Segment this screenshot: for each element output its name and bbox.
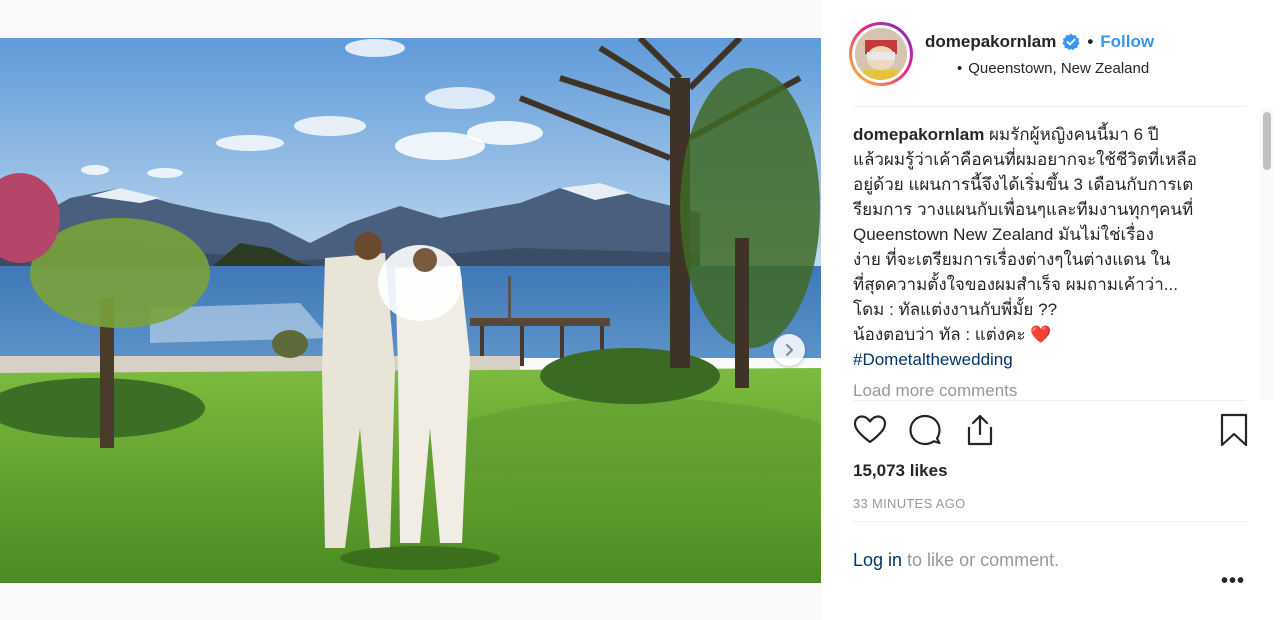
load-more-comments-button[interactable]: Load more comments	[853, 378, 1228, 400]
divider	[853, 106, 1246, 107]
caption: domepakornlam ผมรักผู้หญิงคนนี้มา 6 ปี แ…	[853, 122, 1228, 372]
caption-username[interactable]: domepakornlam	[853, 125, 984, 144]
divider	[853, 521, 1246, 522]
comments-scrollbar[interactable]	[1260, 108, 1274, 400]
location-link[interactable]: Queenstown, New Zealand	[968, 60, 1149, 77]
heart-icon[interactable]	[853, 413, 887, 447]
likes-count[interactable]: 15,073 likes	[853, 461, 948, 481]
bookmark-icon[interactable]	[1219, 413, 1249, 447]
location-bullet: •	[957, 60, 963, 77]
caption-line: อยู่ด้วย แผนการนี้จึงได้เริ่มขึ้น 3 เดือ…	[853, 175, 1194, 194]
login-rest-text: to like or comment.	[902, 550, 1060, 570]
caption-line: น้องตอบว่า ทัล : แต่งคะ ❤️	[853, 325, 1052, 344]
caption-line: ง่าย ที่จะเตรียมการเรื่องต่างๆในต่างแดน …	[853, 250, 1171, 269]
avatar[interactable]	[849, 22, 913, 86]
comment-icon[interactable]	[908, 413, 942, 447]
wedding-photo-image	[0, 38, 821, 583]
login-link[interactable]: Log in	[853, 550, 902, 570]
hashtag-link[interactable]: #Dometalthewedding	[853, 350, 1013, 369]
chevron-right-icon	[785, 343, 794, 357]
more-options-button[interactable]: •••	[1221, 570, 1245, 593]
post-photo[interactable]	[0, 38, 821, 583]
username-link[interactable]: domepakornlam	[925, 32, 1056, 52]
comments-list[interactable]: domepakornlam ผมรักผู้หญิงคนนี้มา 6 ปี แ…	[853, 122, 1228, 400]
caption-line: ผมรักผู้หญิงคนนี้มา 6 ปี	[989, 125, 1159, 144]
caption-line: ที่สุดความตั้งใจของผมสำเร็จ ผมถามเค้าว่า…	[853, 275, 1178, 294]
post-header: domepakornlam • Follow • Queenstown, New …	[849, 20, 1249, 90]
separator-dot: •	[1087, 32, 1094, 51]
caption-line: โดม : ทัลแต่งงานกับพี่มั้ย ??	[853, 300, 1058, 319]
action-bar	[853, 413, 1249, 449]
follow-button[interactable]: Follow	[1100, 32, 1154, 52]
share-icon[interactable]	[963, 413, 997, 447]
scrollbar-thumb[interactable]	[1263, 112, 1271, 170]
carousel-next-button[interactable]	[773, 334, 805, 366]
caption-line: รียมการ วางแผนกับเพื่อนๆและทีมงานทุกๆคนท…	[853, 200, 1194, 219]
verified-badge-icon	[1062, 33, 1080, 51]
post-timestamp[interactable]: 33 MINUTES AGO	[853, 496, 966, 511]
caption-line: แล้วผมรู้ว่าเค้าคือคนที่ผมอยากจะใช้ชีวิต…	[853, 150, 1197, 169]
divider	[853, 400, 1246, 401]
avatar-image	[855, 28, 907, 80]
caption-line: Queenstown New Zealand มันไม่ใช่เรื่อง	[853, 225, 1154, 244]
post-sidebar: domepakornlam • Follow • Queenstown, New …	[821, 0, 1280, 620]
login-prompt: Log in to like or comment.	[853, 550, 1059, 571]
